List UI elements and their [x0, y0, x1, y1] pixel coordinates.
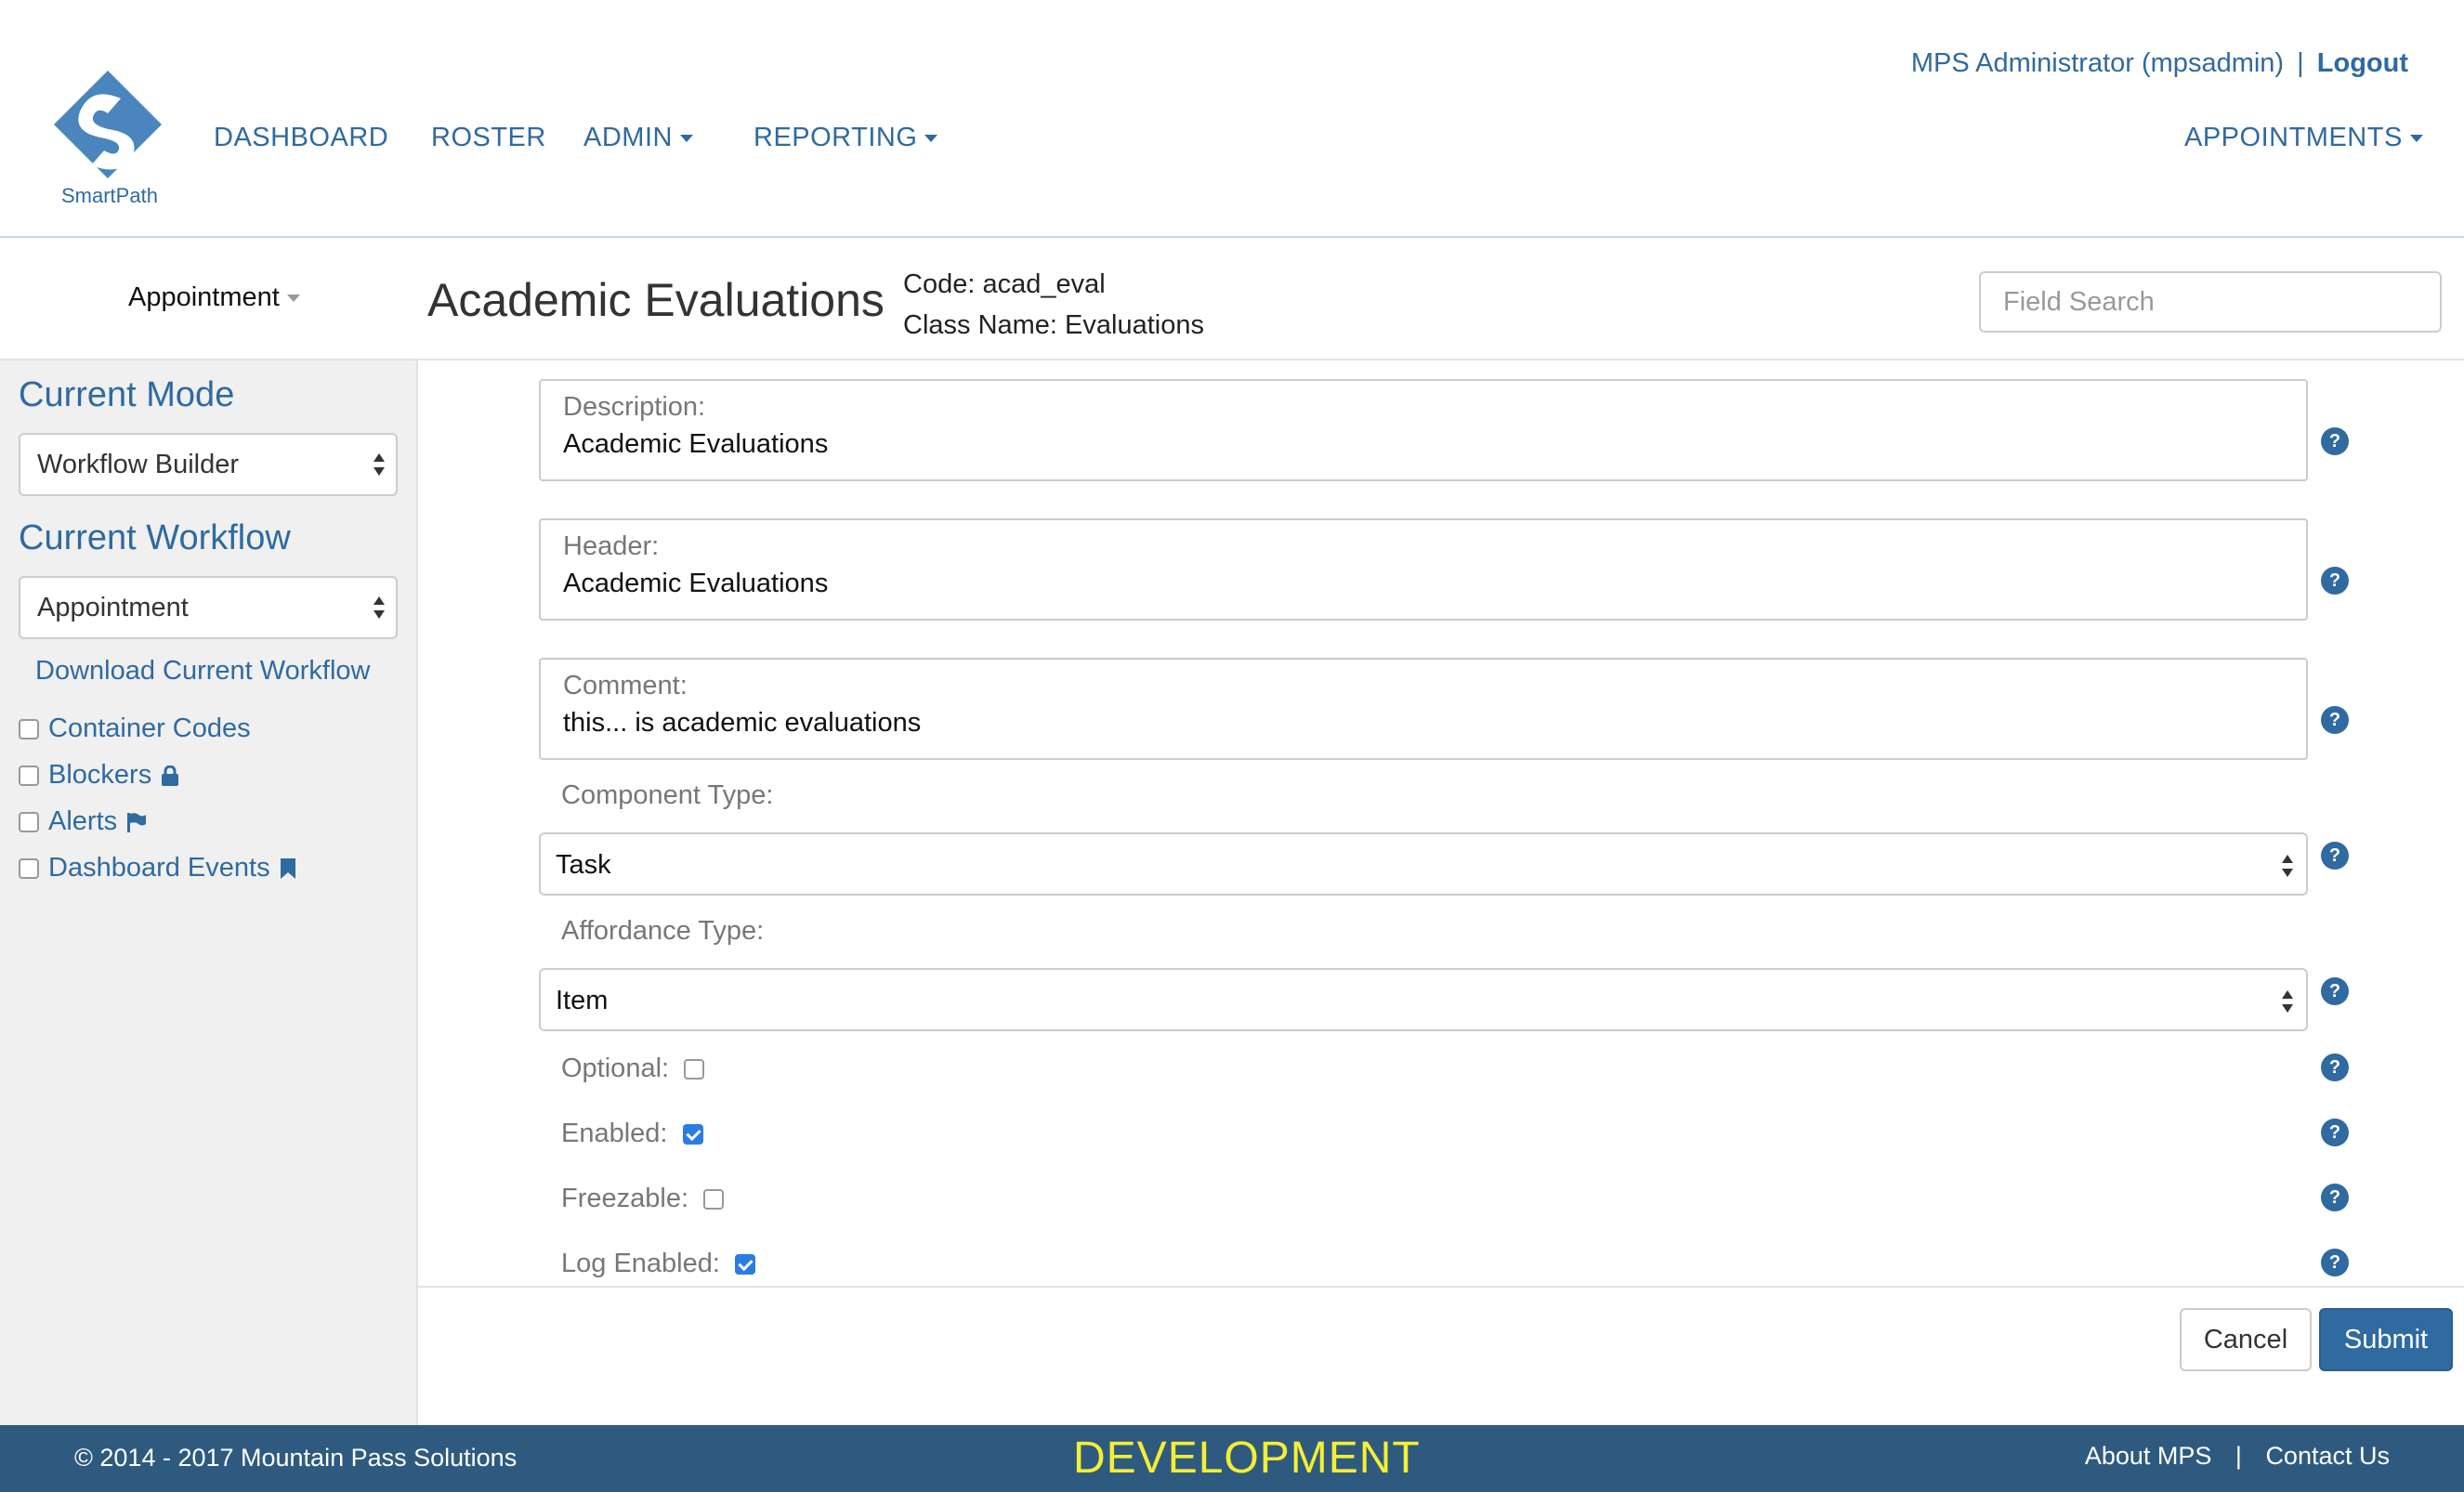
freezable-label: Freezable:: [561, 1184, 689, 1213]
nav-reporting[interactable]: REPORTING: [754, 123, 938, 153]
dashboard-events-checkbox[interactable]: [19, 857, 39, 879]
about-mps-link[interactable]: About MPS: [2085, 1442, 2212, 1470]
filter-container-codes[interactable]: Container Codes: [19, 713, 251, 744]
current-workflow-select[interactable]: Appointment: [19, 576, 398, 639]
chevron-down-icon: [2409, 135, 2423, 143]
freezable-row: Freezable:: [561, 1184, 725, 1214]
nav-dashboard[interactable]: DASHBOARD: [214, 123, 388, 153]
filter-dashboard-events[interactable]: Dashboard Events: [19, 853, 296, 883]
brand-name: SmartPath: [61, 184, 158, 207]
container-codes-checkbox[interactable]: [19, 718, 39, 739]
cancel-button[interactable]: Cancel: [2180, 1308, 2312, 1371]
nav-appointments[interactable]: APPOINTMENTS: [2184, 123, 2423, 153]
contact-us-link[interactable]: Contact Us: [2265, 1442, 2390, 1470]
description-value[interactable]: Academic Evaluations: [563, 429, 828, 460]
user-separator: |: [2297, 48, 2304, 78]
footer-separator: |: [2235, 1442, 2242, 1470]
optional-row: Optional:: [561, 1054, 705, 1084]
submit-button[interactable]: Submit: [2319, 1308, 2453, 1371]
lock-icon: [162, 765, 179, 786]
description-field[interactable]: Description: Academic Evaluations: [539, 379, 2308, 481]
current-workflow-heading: Current Workflow: [19, 518, 291, 557]
filter-blockers[interactable]: Blockers: [19, 760, 179, 791]
optional-label: Optional:: [561, 1054, 670, 1083]
download-workflow-link[interactable]: Download Current Workflow: [35, 656, 371, 687]
help-icon[interactable]: ?: [2321, 567, 2349, 595]
help-icon[interactable]: ?: [2321, 1184, 2349, 1211]
user-info: MPS Administrator (mpsadmin) | Logout: [1911, 48, 2408, 79]
help-icon[interactable]: ?: [2321, 977, 2349, 1005]
log-enabled-row: Log Enabled:: [561, 1249, 755, 1279]
sub-header: Appointment Academic Evaluations Code: a…: [0, 238, 2464, 360]
help-icon[interactable]: ?: [2321, 1119, 2349, 1146]
header-value[interactable]: Academic Evaluations: [563, 569, 828, 599]
help-icon[interactable]: ?: [2321, 706, 2349, 734]
comment-field[interactable]: Comment: this... is academic evaluations: [539, 658, 2308, 760]
code-line: Code: acad_eval: [903, 269, 1106, 299]
footer: © 2014 - 2017 Mountain Pass Solutions DE…: [0, 1425, 2464, 1492]
class-name-line: Class Name: Evaluations: [903, 310, 1204, 340]
smartpath-logo[interactable]: SmartPath: [52, 69, 173, 217]
help-icon[interactable]: ?: [2321, 1054, 2349, 1081]
current-mode-select[interactable]: Workflow Builder: [19, 433, 398, 496]
help-icon[interactable]: ?: [2321, 842, 2349, 870]
header-field[interactable]: Header: Academic Evaluations: [539, 518, 2308, 621]
component-type-select[interactable]: Task: [539, 832, 2308, 896]
affordance-type-label: Affordance Type:: [561, 916, 765, 946]
freezable-checkbox[interactable]: [703, 1188, 725, 1210]
top-navbar: SmartPath DASHBOARD ROSTER ADMIN REPORTI…: [0, 0, 2464, 238]
workflow-type-dropdown[interactable]: Appointment: [128, 282, 300, 313]
component-type-label: Component Type:: [561, 780, 774, 810]
log-enabled-label: Log Enabled:: [561, 1249, 720, 1278]
copyright-text: © 2014 - 2017 Mountain Pass Solutions: [74, 1444, 518, 1472]
help-icon[interactable]: ?: [2321, 427, 2349, 455]
optional-checkbox[interactable]: [684, 1058, 705, 1080]
enabled-label: Enabled:: [561, 1119, 668, 1148]
component-form: Description: Academic Evaluations ? Head…: [418, 360, 2464, 1286]
nav-roster[interactable]: ROSTER: [431, 123, 546, 153]
component-meta: Code: acad_eval Class Name: Evaluations: [903, 264, 1204, 346]
current-mode-heading: Current Mode: [19, 375, 235, 414]
log-enabled-checkbox[interactable]: [734, 1253, 755, 1275]
nav-admin[interactable]: ADMIN: [583, 123, 693, 153]
logo-mark-icon: [54, 71, 162, 178]
comment-label: Comment:: [563, 671, 688, 700]
enabled-checkbox[interactable]: [682, 1123, 703, 1145]
environment-label: DEVELOPMENT: [1073, 1433, 1421, 1483]
user-name: MPS Administrator (mpsadmin): [1910, 48, 2285, 78]
page-title: Academic Evaluations: [427, 274, 885, 326]
logout-link[interactable]: Logout: [2317, 48, 2408, 78]
alerts-checkbox[interactable]: [19, 811, 39, 832]
chevron-down-icon: [286, 294, 300, 303]
footer-links: About MPS | Contact Us: [2085, 1442, 2390, 1471]
chevron-down-icon: [679, 135, 693, 143]
filter-alerts[interactable]: Alerts: [19, 806, 147, 837]
bookmark-icon: [280, 857, 295, 879]
flag-icon: [127, 812, 147, 832]
enabled-row: Enabled:: [561, 1119, 703, 1149]
form-actions: Cancel Submit: [418, 1286, 2464, 1425]
blockers-checkbox[interactable]: [19, 765, 39, 786]
sidebar: Current Mode Workflow Builder Current Wo…: [0, 360, 418, 1425]
field-search-input[interactable]: [1979, 271, 2442, 333]
comment-value[interactable]: this... is academic evaluations: [563, 708, 921, 739]
description-label: Description:: [563, 392, 706, 422]
help-icon[interactable]: ?: [2321, 1249, 2349, 1276]
header-label: Header:: [563, 531, 660, 561]
chevron-down-icon: [924, 135, 938, 143]
affordance-type-select[interactable]: Item: [539, 968, 2308, 1031]
